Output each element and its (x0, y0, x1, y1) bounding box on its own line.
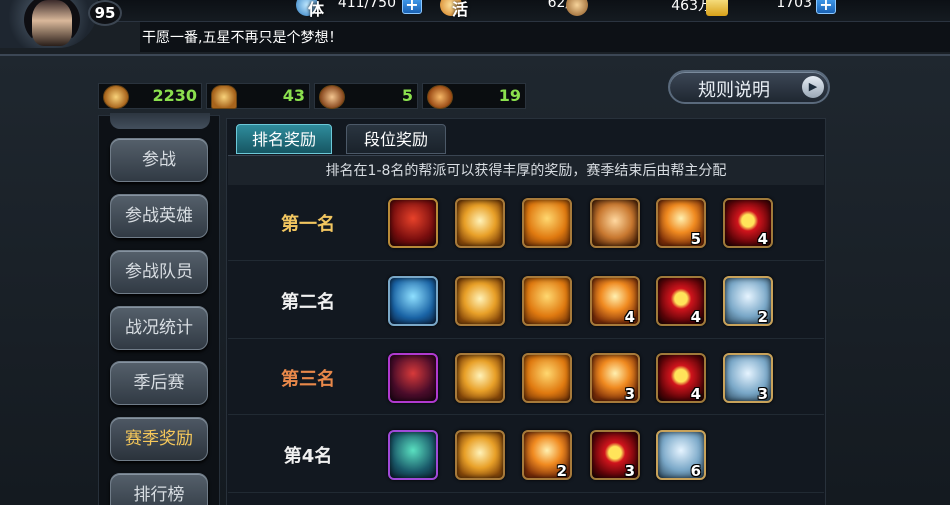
rank-label: 第二名 (281, 292, 335, 313)
coin-icon (461, 204, 499, 242)
gold-plus-button[interactable]: + (816, 0, 836, 14)
stamina-label: 体 (308, 0, 325, 19)
reward-item[interactable]: 4 (656, 276, 706, 326)
reward-item[interactable] (388, 276, 438, 326)
rank-label: 第一名 (281, 214, 335, 235)
gold-bars-icon (528, 282, 566, 320)
coin-icon (461, 436, 499, 474)
rules-explanation-button[interactable]: 规则说明 ▶ (668, 70, 830, 104)
reward-item[interactable] (522, 276, 572, 326)
reward-item[interactable]: 5 (656, 198, 706, 248)
reward-item[interactable]: 2 (522, 430, 572, 480)
menu-battle-members[interactable]: 参战队员 (110, 250, 208, 294)
reward-item[interactable] (455, 198, 505, 248)
reward-count: 2 (556, 462, 567, 480)
player-level-badge: 95 (88, 0, 122, 26)
gold-medal-icon (103, 85, 129, 109)
rewards-description: 排名在1-8名的帮派可以获得丰厚的奖励，赛季结束后由帮主分配 (228, 155, 824, 185)
reward-item[interactable] (455, 353, 505, 403)
reward-item[interactable] (455, 430, 505, 480)
reward-count: 3 (624, 462, 635, 480)
row-divider (228, 414, 824, 415)
stat-value: 43 (282, 86, 305, 105)
coin-icon (461, 359, 499, 397)
row-divider (228, 338, 824, 339)
tab-rank-rewards[interactable]: 排名奖励 (236, 124, 332, 154)
reward-item[interactable]: 3 (590, 353, 640, 403)
reward-count: 5 (690, 230, 701, 248)
stat-gold-medal: 2230 (98, 83, 202, 109)
reward-count: 4 (757, 230, 768, 248)
row-divider (228, 492, 824, 493)
menu-battle-heroes[interactable]: 参战英雄 (110, 194, 208, 238)
reward-item[interactable] (388, 430, 438, 480)
coin-icon (461, 282, 499, 320)
reward-count: 2 (757, 308, 768, 326)
menu-join-battle[interactable]: 参战 (110, 138, 208, 182)
energy-label: 活 (452, 0, 469, 19)
jade-crest-icon (394, 436, 432, 474)
reward-item[interactable] (522, 353, 572, 403)
rank-label: 第4名 (283, 446, 333, 467)
stat-value: 2230 (152, 86, 197, 105)
reward-item[interactable] (388, 353, 438, 403)
row-divider (228, 260, 824, 261)
copper-coin-icon (566, 0, 588, 16)
top-resource-bar: 体 411/750 + 活 62/30 463万 1703 + (0, 0, 950, 22)
helmet-icon (211, 85, 237, 109)
gold-bars-icon (528, 359, 566, 397)
reward-item[interactable]: 3 (590, 430, 640, 480)
reward-count: 4 (624, 308, 635, 326)
announcement-ticker: 干愿一番,五星不再只是个梦想！ (140, 22, 950, 52)
avatar-face (32, 0, 72, 46)
crossed-swords-icon (319, 85, 345, 109)
reward-count: 3 (757, 385, 768, 403)
reward-count: 4 (690, 385, 701, 403)
reward-item[interactable] (388, 198, 438, 248)
menu-battle-stats[interactable]: 战况统计 (110, 306, 208, 350)
silver-crest-icon (394, 282, 432, 320)
rules-button-label: 规则说明 (698, 80, 770, 101)
tab-tier-rewards[interactable]: 段位奖励 (346, 124, 446, 154)
rune-icon (427, 85, 453, 109)
stat-value: 19 (498, 86, 521, 105)
gold-crest-icon (394, 204, 432, 242)
reward-item[interactable]: 4 (590, 276, 640, 326)
reward-item[interactable] (455, 276, 505, 326)
reward-item[interactable] (522, 198, 572, 248)
side-menu-scroll-cap (110, 113, 210, 129)
stamina-value: 411/750 (337, 0, 396, 11)
reward-item[interactable]: 4 (656, 353, 706, 403)
reward-count: 3 (624, 385, 635, 403)
stat-rune: 19 (422, 83, 526, 109)
bronze-crest-icon (394, 359, 432, 397)
reward-count: 6 (690, 462, 701, 480)
crystal-icon (596, 204, 634, 242)
menu-leaderboard[interactable]: 排行榜 (110, 473, 208, 505)
gold-bars-icon (528, 204, 566, 242)
stat-value: 5 (401, 86, 413, 105)
rank-label: 第三名 (281, 369, 335, 390)
reward-count: 4 (690, 308, 701, 326)
play-arrow-icon: ▶ (802, 76, 824, 98)
reward-item[interactable]: 4 (723, 198, 773, 248)
gold-ingot-icon (706, 0, 728, 16)
stamina-plus-button[interactable]: + (402, 0, 422, 14)
player-avatar[interactable] (0, 0, 98, 48)
stat-helmet: 43 (206, 83, 310, 109)
gold-value: 1703 (776, 0, 812, 11)
reward-item[interactable]: 6 (656, 430, 706, 480)
copper-value: 463万 (671, 0, 712, 14)
reward-item[interactable]: 2 (723, 276, 773, 326)
menu-season-rewards[interactable]: 赛季奖励 (110, 417, 208, 461)
reward-item[interactable]: 3 (723, 353, 773, 403)
reward-item[interactable] (590, 198, 640, 248)
stat-crossed-swords: 5 (314, 83, 418, 109)
menu-playoffs[interactable]: 季后赛 (110, 361, 208, 405)
